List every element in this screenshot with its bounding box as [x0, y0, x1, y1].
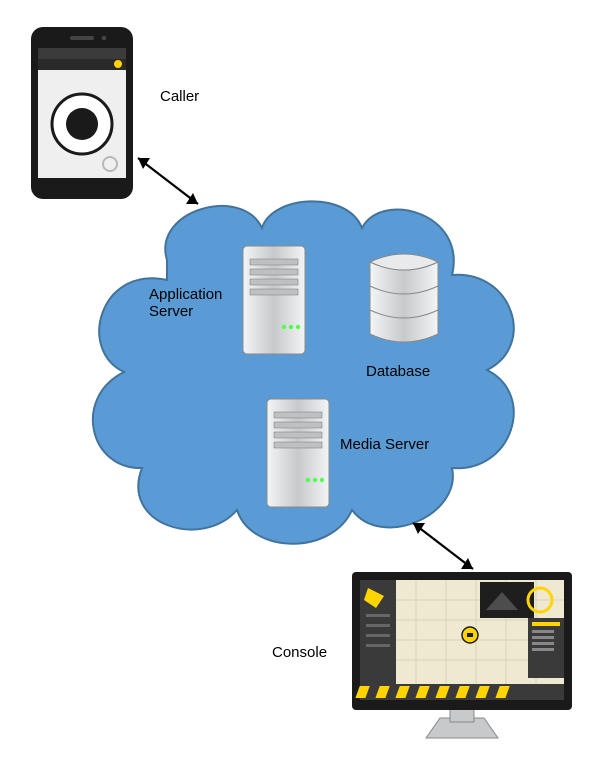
console-label: Console	[272, 644, 327, 661]
server-tower-icon	[266, 398, 330, 508]
caller-phone	[30, 26, 134, 200]
arrow-cloud-console	[395, 505, 505, 595]
caller-label: Caller	[160, 88, 199, 105]
media-server-label: Media Server	[340, 436, 429, 453]
server-tower-icon	[242, 245, 306, 355]
database-cylinder-icon	[364, 248, 444, 348]
database-label: Database	[366, 363, 430, 380]
arrow-phone-cloud	[120, 140, 230, 230]
application-server-label-line2: Server	[149, 303, 193, 320]
database	[364, 248, 444, 348]
phone-icon	[30, 26, 134, 200]
application-server-label-line1: Application	[149, 286, 222, 303]
console-monitor	[350, 570, 574, 742]
media-server	[266, 398, 330, 508]
monitor-icon	[350, 570, 574, 742]
application-server	[242, 245, 306, 355]
